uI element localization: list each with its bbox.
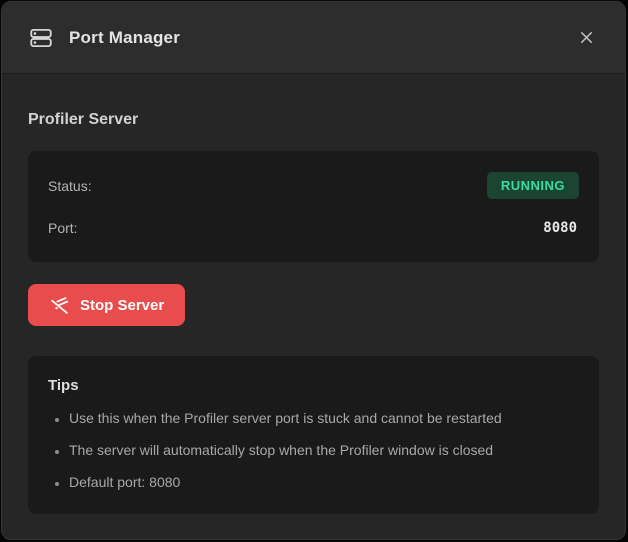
tips-panel: Tips Use this when the Profiler server p… xyxy=(28,356,599,514)
status-row: Status: RUNNING xyxy=(48,171,579,200)
status-badge: RUNNING xyxy=(487,172,579,199)
server-stack-icon xyxy=(28,25,54,51)
close-icon xyxy=(577,28,596,47)
stop-server-label: Stop Server xyxy=(80,297,164,314)
port-value: 8080 xyxy=(543,220,579,236)
tip-item: Default port: 8080 xyxy=(69,473,579,492)
titlebar: Port Manager xyxy=(2,2,625,74)
profiler-server-heading: Profiler Server xyxy=(28,111,599,129)
port-manager-dialog: Port Manager Profiler Server Status: RUN… xyxy=(1,1,626,540)
port-label: Port: xyxy=(48,220,78,236)
server-disconnect-icon xyxy=(49,295,70,316)
status-panel: Status: RUNNING Port: 8080 xyxy=(28,151,599,262)
tip-item: Use this when the Profiler server port i… xyxy=(69,409,579,428)
tips-heading: Tips xyxy=(48,377,579,394)
tip-item: The server will automatically stop when … xyxy=(69,441,579,460)
window-title: Port Manager xyxy=(69,28,180,48)
close-button[interactable] xyxy=(569,21,603,55)
dialog-content: Profiler Server Status: RUNNING Port: 80… xyxy=(2,111,625,514)
tips-list: Use this when the Profiler server port i… xyxy=(48,409,579,492)
status-label: Status: xyxy=(48,178,92,194)
port-row: Port: 8080 xyxy=(48,213,579,242)
stop-server-button[interactable]: Stop Server xyxy=(28,284,185,326)
